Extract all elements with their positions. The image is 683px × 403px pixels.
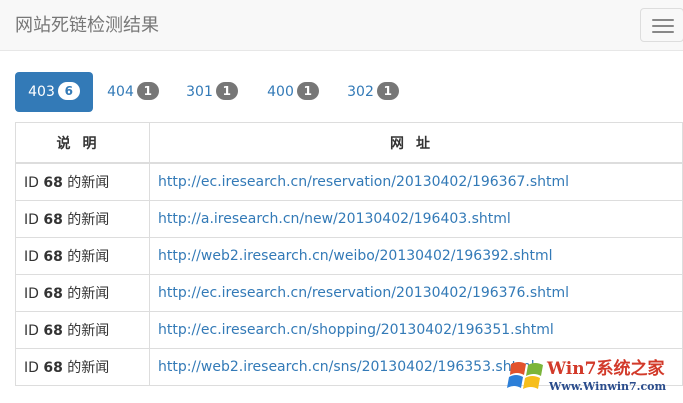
tab-400[interactable]: 400 1 [257,72,329,112]
tab-label: 403 [28,84,55,100]
navbar: 网站死链检测结果 [0,0,683,51]
row-desc: ID 68 的新闻 [15,200,150,238]
row-desc: ID 68 的新闻 [15,237,150,275]
desc-suffix: 的新闻 [62,212,110,228]
row-url: http://ec.iresearch.cn/reservation/20130… [149,274,683,312]
results-table: 说明 网址 ID 68 的新闻 http://ec.iresearch.cn/r… [15,122,683,386]
column-header-url: 网址 [149,122,683,164]
desc-suffix: 的新闻 [62,249,110,265]
url-link[interactable]: http://web2.iresearch.cn/weibo/20130402/… [158,248,553,264]
tab-label: 404 [107,84,134,100]
desc-suffix: 的新闻 [62,360,110,376]
id-value: 68 [43,212,63,228]
menu-toggle-button[interactable] [640,8,683,42]
tab-301[interactable]: 301 1 [176,72,248,112]
tab-label: 400 [267,84,294,100]
row-url: http://a.iresearch.cn/new/20130402/19640… [149,200,683,238]
id-prefix: ID [24,286,44,302]
tab-label: 301 [186,84,213,100]
id-prefix: ID [24,323,44,339]
url-link[interactable]: http://ec.iresearch.cn/shopping/20130402… [158,322,554,338]
id-value: 68 [43,175,63,191]
id-prefix: ID [24,249,44,265]
row-url: http://ec.iresearch.cn/reservation/20130… [149,162,683,201]
watermark: Win7系统之家 Www.Winwin7.com [505,350,683,403]
count-badge: 1 [376,82,399,100]
desc-suffix: 的新闻 [62,323,110,339]
id-prefix: ID [24,360,44,376]
watermark-text: Win7系统之家 [547,359,665,379]
row-desc: ID 68 的新闻 [15,348,150,386]
id-prefix: ID [24,175,44,191]
table-header-row: 说明 网址 [15,122,683,164]
id-value: 68 [43,360,63,376]
tab-403[interactable]: 403 6 [15,72,93,112]
hamburger-icon-bar [652,31,674,33]
row-url: http://web2.iresearch.cn/weibo/20130402/… [149,237,683,275]
count-badge: 6 [57,82,80,100]
tab-302[interactable]: 302 1 [337,72,409,112]
table-row: ID 68 的新闻 http://ec.iresearch.cn/reserva… [15,274,683,312]
id-value: 68 [43,323,63,339]
url-link[interactable]: http://web2.iresearch.cn/sns/20130402/19… [158,359,535,375]
id-prefix: ID [24,212,44,228]
desc-suffix: 的新闻 [62,286,110,302]
tab-404[interactable]: 404 1 [97,72,169,112]
windows-logo-icon [507,362,543,389]
row-url: http://ec.iresearch.cn/shopping/20130402… [149,311,683,349]
table-row: ID 68 的新闻 http://ec.iresearch.cn/reserva… [15,162,683,201]
page-title: 网站死链检测结果 [15,15,159,36]
table-row: ID 68 的新闻 http://a.iresearch.cn/new/2013… [15,200,683,238]
url-link[interactable]: http://a.iresearch.cn/new/20130402/19640… [158,211,511,227]
watermark-url: Www.Winwin7.com [549,380,667,393]
hamburger-icon-bar [652,25,674,27]
count-badge: 1 [296,82,319,100]
row-desc: ID 68 的新闻 [15,311,150,349]
id-value: 68 [43,249,63,265]
url-link[interactable]: http://ec.iresearch.cn/reservation/20130… [158,285,569,301]
count-badge: 1 [136,82,159,100]
column-header-desc: 说明 [15,122,150,164]
id-value: 68 [43,286,63,302]
url-link[interactable]: http://ec.iresearch.cn/reservation/20130… [158,174,569,190]
hamburger-icon [652,19,674,21]
row-desc: ID 68 的新闻 [15,274,150,312]
desc-suffix: 的新闻 [62,175,110,191]
count-badge: 1 [215,82,238,100]
tab-label: 302 [347,84,374,100]
table-row: ID 68 的新闻 http://ec.iresearch.cn/shoppin… [15,311,683,349]
table-row: ID 68 的新闻 http://web2.iresearch.cn/weibo… [15,237,683,275]
row-desc: ID 68 的新闻 [15,162,150,201]
